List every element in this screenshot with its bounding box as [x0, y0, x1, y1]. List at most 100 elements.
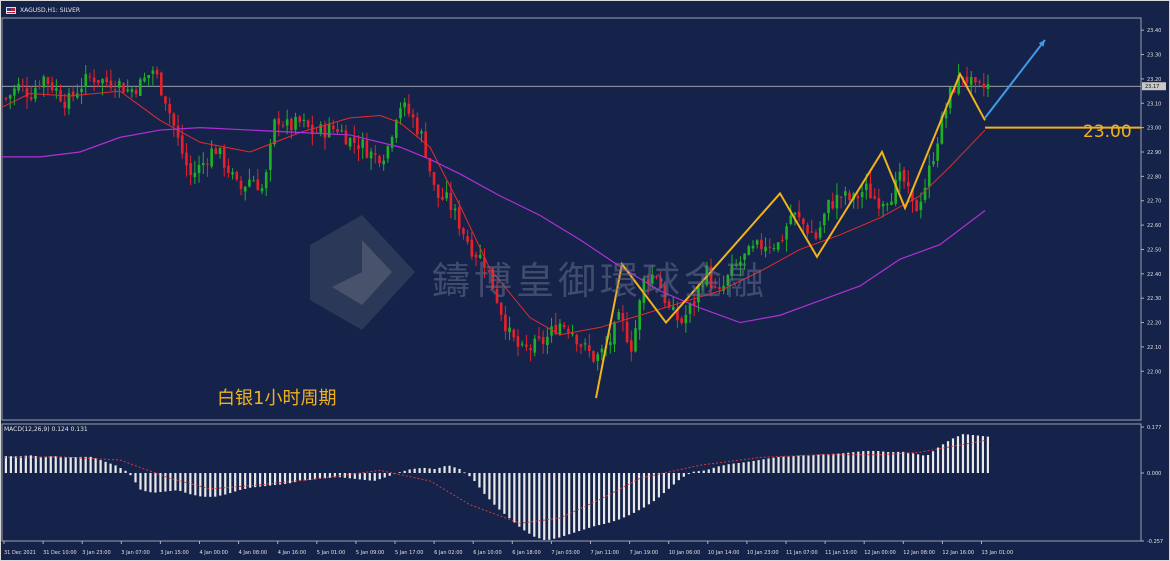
macd-bar	[692, 471, 695, 473]
candle-body	[541, 337, 545, 344]
macd-axis: 0.177 0.000 -0.257	[1141, 425, 1163, 545]
candle	[42, 74, 46, 97]
macd-bar	[154, 473, 157, 493]
macd-bar	[533, 473, 536, 537]
candle-body	[902, 170, 906, 182]
candle-body	[340, 130, 344, 132]
candle-body	[751, 245, 755, 249]
candle	[533, 334, 537, 357]
candle	[222, 144, 226, 177]
candle	[285, 109, 289, 135]
candle-body	[986, 84, 990, 89]
candle-body	[755, 240, 759, 245]
candle-body	[772, 248, 776, 250]
candle	[8, 94, 12, 110]
candle	[860, 185, 864, 209]
candle	[541, 330, 545, 354]
candle	[25, 76, 29, 109]
macd-bar	[797, 455, 800, 473]
candle	[571, 324, 574, 337]
macd-bar	[209, 473, 212, 497]
candle	[105, 70, 109, 88]
time-tick-label: 5 Jan 01:00	[317, 550, 345, 556]
candle-body	[227, 165, 230, 173]
macd-bar	[936, 447, 940, 473]
macd-bar	[413, 468, 416, 473]
candle	[537, 327, 541, 341]
macd-bar	[847, 452, 850, 473]
candle-body	[613, 321, 616, 345]
macd-bar	[478, 473, 481, 488]
candle-body	[848, 192, 851, 201]
candle-body	[143, 77, 146, 82]
candle-body	[277, 118, 281, 125]
macd-bar	[642, 473, 646, 508]
candle-body	[969, 76, 973, 85]
candle	[424, 122, 427, 158]
candle-body	[344, 130, 348, 145]
macd-bar	[682, 473, 685, 477]
candle	[906, 170, 910, 194]
candle-body	[814, 232, 818, 239]
candle	[982, 73, 986, 97]
macd-bar	[578, 473, 581, 532]
macd-bar	[234, 473, 237, 492]
candle-body	[55, 88, 58, 91]
macd-signal-line	[0, 440, 986, 524]
candle-body	[155, 69, 159, 75]
candle	[38, 80, 41, 90]
time-tick-label: 12 Jan 08:00	[903, 550, 935, 556]
candle	[252, 175, 255, 182]
candle-body	[88, 76, 92, 78]
candle	[21, 78, 25, 92]
macd-bar	[702, 470, 705, 473]
candle	[915, 198, 918, 212]
candle	[806, 222, 809, 238]
candle	[844, 186, 847, 206]
candle-body	[600, 348, 604, 353]
time-tick-label: 13 Jan 01:00	[982, 550, 1014, 556]
candle-body	[441, 196, 444, 200]
candle-body	[80, 88, 83, 93]
candle-body	[327, 123, 331, 138]
candle	[785, 222, 788, 252]
macd-bar	[941, 444, 945, 473]
candle-body	[558, 323, 562, 335]
candle	[84, 65, 88, 95]
time-tick-label: 3 Jan 23:00	[82, 550, 110, 556]
candle-body	[172, 113, 176, 126]
time-tick-label: 12 Jan 16:00	[942, 550, 974, 556]
macd-bar	[79, 456, 82, 473]
candle	[382, 154, 385, 171]
macd-bar	[288, 473, 292, 484]
candle	[776, 241, 780, 253]
candle-body	[827, 199, 830, 214]
candle-body	[306, 120, 310, 127]
candle-body	[8, 95, 12, 99]
candle	[445, 180, 448, 202]
candle-body	[516, 336, 520, 347]
candle	[269, 139, 272, 182]
macd-bar	[463, 472, 466, 474]
candle	[462, 227, 465, 240]
macd-bar	[383, 473, 386, 478]
candle-body	[189, 163, 192, 176]
candle-body	[634, 328, 637, 352]
price-tick-label: 23.20	[1147, 77, 1161, 83]
macd-bar	[747, 461, 750, 473]
candle-body	[873, 196, 876, 199]
macd-bar	[632, 473, 636, 513]
macd-bar	[647, 473, 651, 505]
candle	[122, 82, 125, 93]
candle-body	[348, 137, 352, 147]
candle-body	[864, 183, 868, 191]
watermark-text: 鑄博皇御環球金融	[432, 259, 769, 303]
candle-body	[533, 338, 537, 353]
candle	[80, 78, 83, 104]
candle	[92, 69, 96, 92]
time-tick-label: 6 Jan 10:00	[473, 550, 501, 556]
macd-bar	[697, 471, 700, 473]
macd-bar	[817, 454, 820, 473]
candle	[399, 102, 402, 125]
candle-body	[680, 318, 683, 323]
